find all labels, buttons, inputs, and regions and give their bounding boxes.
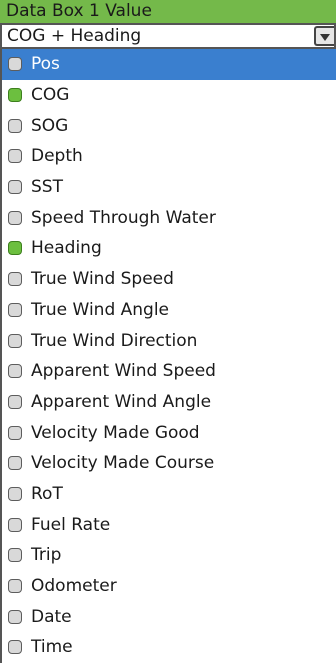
list-item-label: Trip	[31, 545, 62, 566]
unchecked-box-icon[interactable]	[8, 118, 22, 133]
dropdown-button[interactable]	[314, 26, 334, 46]
list-item[interactable]: Depth	[2, 141, 336, 172]
unchecked-box-icon[interactable]	[8, 456, 22, 471]
select-value: COG + Heading	[7, 26, 142, 46]
list-item[interactable]: SOG	[2, 110, 336, 141]
list-item-label: Odometer	[31, 576, 117, 597]
unchecked-box-icon[interactable]	[8, 425, 22, 440]
list-item-label: True Wind Speed	[31, 269, 174, 290]
list-item[interactable]: COG	[2, 80, 336, 111]
unchecked-box-icon[interactable]	[8, 57, 22, 72]
list-item-label: RoT	[31, 483, 63, 504]
list-item[interactable]: RoT	[2, 479, 336, 510]
unchecked-box-icon[interactable]	[8, 272, 22, 287]
unchecked-box-icon[interactable]	[8, 579, 22, 594]
list-item[interactable]: Apparent Wind Speed	[2, 356, 336, 387]
panel-title: Data Box 1 Value	[0, 0, 336, 23]
list-item-label: Apparent Wind Angle	[31, 391, 212, 412]
unchecked-box-icon[interactable]	[8, 394, 22, 409]
list-item-label: Heading	[31, 238, 102, 259]
list-item-label: Velocity Made Good	[31, 422, 200, 443]
list-item-label: True Wind Angle	[31, 299, 170, 320]
list-item[interactable]: SST	[2, 172, 336, 203]
list-item-label: Date	[31, 606, 72, 627]
unchecked-box-icon[interactable]	[8, 364, 22, 379]
list-item[interactable]: True Wind Angle	[2, 295, 336, 326]
list-item-label: COG	[31, 85, 70, 106]
list-item[interactable]: Pos	[2, 49, 336, 80]
unchecked-box-icon[interactable]	[8, 333, 22, 348]
list-item-label: True Wind Direction	[31, 330, 198, 351]
list-item-label: SST	[31, 177, 63, 198]
unchecked-box-icon[interactable]	[8, 517, 22, 532]
list-item[interactable]: True Wind Direction	[2, 325, 336, 356]
list-item[interactable]: Odometer	[2, 571, 336, 602]
checked-box-icon[interactable]	[8, 241, 22, 256]
list-item-label: Time	[31, 637, 73, 658]
unchecked-box-icon[interactable]	[8, 609, 22, 624]
list-item[interactable]: Speed Through Water	[2, 202, 336, 233]
unchecked-box-icon[interactable]	[8, 149, 22, 164]
list-item[interactable]: Trip	[2, 540, 336, 571]
unchecked-box-icon[interactable]	[8, 210, 22, 225]
list-item-label: Speed Through Water	[31, 207, 216, 228]
list-item-label: Pos	[31, 54, 60, 75]
chevron-down-icon	[320, 34, 330, 41]
list-item[interactable]: True Wind Speed	[2, 264, 336, 295]
list-item-label: Depth	[31, 146, 83, 167]
list-item[interactable]: Velocity Made Good	[2, 417, 336, 448]
list-item[interactable]: Heading	[2, 233, 336, 264]
unchecked-box-icon[interactable]	[8, 640, 22, 655]
unchecked-box-icon[interactable]	[8, 302, 22, 317]
value-select[interactable]: COG + Heading	[0, 23, 336, 49]
list-item[interactable]: Velocity Made Course	[2, 448, 336, 479]
list-item[interactable]: Fuel Rate	[2, 509, 336, 540]
list-item-label: Apparent Wind Speed	[31, 361, 216, 382]
list-item[interactable]: Date	[2, 601, 336, 632]
unchecked-box-icon[interactable]	[8, 486, 22, 501]
list-item[interactable]: Apparent Wind Angle	[2, 387, 336, 418]
options-list: Pos COG SOG Depth SST Speed Through Water Head…	[0, 49, 336, 663]
data-box-value-panel: Data Box 1 Value COG + Heading Pos COG SOG…	[0, 0, 336, 663]
checked-box-icon[interactable]	[8, 88, 22, 103]
unchecked-box-icon[interactable]	[8, 548, 22, 563]
list-item-label: SOG	[31, 115, 69, 136]
list-item-label: Velocity Made Course	[31, 453, 215, 474]
list-item-label: Fuel Rate	[31, 514, 111, 535]
unchecked-box-icon[interactable]	[8, 180, 22, 195]
list-item[interactable]: Time	[2, 632, 336, 663]
